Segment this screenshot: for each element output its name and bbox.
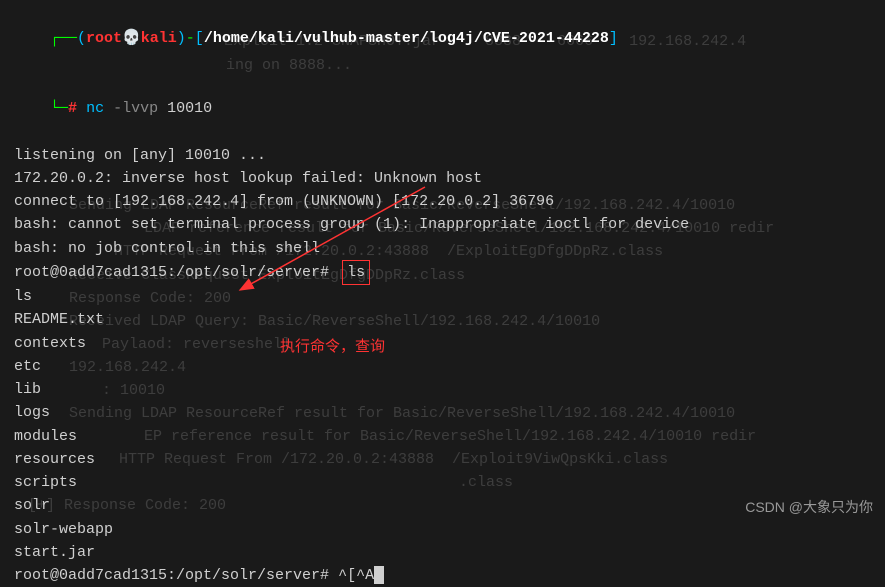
user: root [86,30,122,47]
command-line[interactable]: └─# nc -lvvp 10010 [14,74,871,144]
cmd-name: nc [86,100,104,117]
output-line: listening on [any] 10010 ... [14,144,871,167]
file-list-item: ls [14,285,871,308]
output-line: bash: cannot set terminal process group … [14,213,871,236]
file-list-item: etc [14,355,871,378]
cmd-flag: -lvvp [113,100,158,117]
file-list-item: modules [14,425,871,448]
output-line: 172.20.0.2: inverse host lookup failed: … [14,167,871,190]
shell-prompt-line[interactable]: root@0add7cad1315:/opt/solr/server# ^[^A [14,564,871,587]
annotation-text: 执行命令，查询 [280,335,385,358]
cmd-arg: 10010 [167,100,212,117]
host: kali [141,30,177,47]
file-list-item: contexts [14,332,871,355]
output-line: bash: no job control in this shell [14,237,871,260]
shell-prompt-line: root@0add7cad1315:/opt/solr/server# ls [14,260,871,285]
file-list-item: logs [14,401,871,424]
file-list-item: resources [14,448,871,471]
watermark: CSDN @大象只为你 [745,497,873,519]
file-list-item: solr-webapp [14,518,871,541]
file-list-item: README.txt [14,308,871,331]
prompt-line-1: ┌──(root💀kali)-[/home/kali/vulhub-master… [14,4,871,74]
cursor-icon [374,566,384,584]
output-line: connect to [192.168.242.4] from (UNKNOWN… [14,190,871,213]
skull-icon: 💀 [122,30,141,47]
file-list-item: start.jar [14,541,871,564]
terminal-area[interactable]: Exploit-1.2-SNAPSHOT.jar 8888 6666 192.1… [14,4,871,587]
file-list-item: scripts [14,471,871,494]
cwd-path: /home/kali/vulhub-master/log4j/CVE-2021-… [204,30,609,47]
file-list-item: solr [14,494,871,517]
file-list-item: lib [14,378,871,401]
ls-command-box: ls [342,260,370,285]
